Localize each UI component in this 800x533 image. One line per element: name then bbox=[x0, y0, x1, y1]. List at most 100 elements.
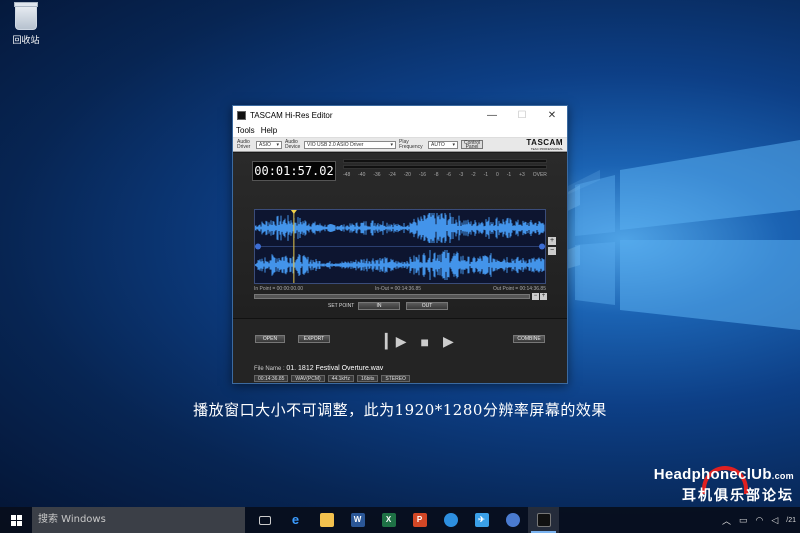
powerpoint-icon[interactable]: P bbox=[404, 507, 435, 533]
play-icon[interactable]: ▶ bbox=[443, 333, 454, 350]
recycle-bin-label: 回收站 bbox=[12, 36, 40, 46]
timecode-display: 00:01:57.02 bbox=[252, 161, 336, 181]
audio-device-label: Audio Device bbox=[285, 138, 301, 150]
waveform-view[interactable] bbox=[254, 209, 546, 284]
tag-duration: 00:14:36.85 bbox=[254, 375, 289, 382]
chevron-down-icon: ▾ bbox=[390, 141, 393, 148]
audio-device-value: VIO USB 2.0 ASIO Driver bbox=[307, 141, 364, 148]
in-point-text: In Point = 00:00:00.00 bbox=[254, 286, 304, 292]
out-point-handle[interactable] bbox=[539, 243, 545, 250]
word-icon[interactable]: W bbox=[342, 507, 373, 533]
start-button[interactable] bbox=[0, 507, 32, 533]
timeline-scrollbar[interactable] bbox=[254, 294, 530, 299]
search-box[interactable]: 搜索 Windows bbox=[32, 507, 245, 533]
file-info: File Name : 01. 1812 Festival Overture.w… bbox=[254, 365, 383, 372]
network-icon[interactable]: ◠ bbox=[755, 515, 763, 526]
watermark-site: HeadphoneclUb bbox=[653, 466, 772, 483]
audio-driver-value: ASIO bbox=[259, 141, 271, 148]
app-icon bbox=[237, 110, 246, 120]
control-panel-button[interactable]: Control Panel bbox=[461, 140, 483, 150]
meter-scale-label: +3 bbox=[519, 172, 525, 178]
meter-scale-label: -3 bbox=[458, 172, 464, 178]
transport-controls: ▎▶ ■ ▶ bbox=[385, 333, 454, 350]
tascam-window: TASCAM Hi-Res Editor — ☐ ✕ Tools Help Au… bbox=[232, 105, 568, 384]
menu-tools[interactable]: Tools bbox=[236, 126, 255, 135]
windows-icon bbox=[10, 514, 22, 526]
export-button[interactable]: EXPORT bbox=[298, 335, 330, 343]
scroll-minus-icon[interactable]: − bbox=[532, 293, 539, 300]
taskbar-apps: e W X P ✈ bbox=[249, 507, 559, 533]
browser-app-icon[interactable] bbox=[497, 507, 528, 533]
audio-device-select[interactable]: VIO USB 2.0 ASIO Driver ▾ bbox=[304, 140, 396, 149]
out-button[interactable]: OUT bbox=[406, 302, 448, 310]
transport-area: OPEN EXPORT ▎▶ ■ ▶ COMBINE File Name : 0… bbox=[233, 318, 567, 383]
in-out-text: In-Out = 00:14:36.85 bbox=[375, 286, 422, 292]
meter-scale-label: -24 bbox=[388, 172, 396, 178]
out-point-text: Out Point = 00:14:36.85 bbox=[493, 286, 546, 292]
play-frequency-label: Play Frequency bbox=[399, 138, 423, 150]
point-readout: In Point = 00:00:00.00 In-Out = 00:14:36… bbox=[254, 286, 546, 292]
playhead-marker-icon[interactable] bbox=[290, 210, 297, 214]
meter-scale-label: -1 bbox=[506, 172, 512, 178]
volume-icon[interactable]: ◁ bbox=[771, 515, 778, 526]
zoom-out-icon[interactable]: − bbox=[548, 247, 556, 255]
meter-scale-label: -1 bbox=[483, 172, 489, 178]
meter-scale-label: -20 bbox=[403, 172, 411, 178]
file-name: 01. 1812 Festival Overture.wav bbox=[286, 365, 384, 372]
play-frequency-value: AUTO bbox=[431, 141, 445, 148]
meter-bar-left bbox=[343, 159, 547, 163]
open-button[interactable]: OPEN bbox=[255, 335, 285, 343]
level-meter: -48 -40 -36 -24 -20 -16 -8 -6 -3 -2 -1 0 -1 +3 OVER bbox=[343, 159, 547, 185]
app-blue-icon[interactable] bbox=[435, 507, 466, 533]
task-view-icon[interactable] bbox=[249, 507, 280, 533]
meter-scale-label: -40 bbox=[358, 172, 366, 178]
menu-help[interactable]: Help bbox=[261, 126, 277, 135]
settings-bar: Audio Driver ASIO ▾ Audio Device VIO USB … bbox=[233, 138, 567, 152]
watermark-domain: .com bbox=[771, 471, 794, 481]
skip-to-start-icon[interactable]: ▎▶ bbox=[385, 333, 407, 350]
watermark-forum: 耳机俱乐部论坛 bbox=[682, 488, 794, 504]
tag-bitdepth: 16bits bbox=[357, 375, 379, 382]
maximize-icon[interactable]: ☐ bbox=[507, 110, 537, 121]
zoom-in-icon[interactable]: + bbox=[548, 237, 556, 245]
system-tray: ︿ ▭ ◠ ◁ /21 bbox=[722, 507, 800, 533]
tascam-taskbar-icon[interactable] bbox=[528, 507, 559, 533]
stop-icon[interactable]: ■ bbox=[421, 334, 429, 350]
close-icon[interactable]: ✕ bbox=[537, 110, 567, 121]
meter-bar-right bbox=[343, 165, 547, 169]
in-button[interactable]: IN bbox=[358, 302, 400, 310]
meter-scale-label: -48 bbox=[343, 172, 351, 178]
editor-panel: 00:01:57.02 -48 -40 -36 -24 -20 -16 -8 -6 -3 -2 -1… bbox=[233, 153, 567, 383]
taskbar: 搜索 Windows e W X P ✈ ︿ ▭ ◠ ◁ /21 bbox=[0, 507, 800, 533]
meter-scale-label: -6 bbox=[446, 172, 451, 178]
minimize-icon[interactable]: — bbox=[477, 110, 507, 121]
combine-button[interactable]: COMBINE bbox=[513, 335, 545, 343]
meter-scale-label: -16 bbox=[418, 172, 427, 178]
watermark: HeadphoneclUb.com 耳机俱乐部论坛 bbox=[654, 466, 794, 505]
in-point-handle[interactable] bbox=[255, 243, 261, 250]
audio-driver-select[interactable]: ASIO ▾ bbox=[256, 140, 282, 149]
meter-scale-label: -36 bbox=[373, 172, 381, 178]
meter-scale-label: OVER bbox=[532, 172, 547, 178]
clock[interactable]: /21 bbox=[786, 516, 796, 525]
meter-scale-label: 0 bbox=[495, 172, 499, 178]
tascam-logo: TASCAM TEAC PROFESSIONAL bbox=[526, 137, 563, 151]
chevron-down-icon: ▾ bbox=[452, 141, 455, 148]
meter-scale: -48 -40 -36 -24 -20 -16 -8 -6 -3 -2 -1 0 -1 +3 OVER bbox=[343, 172, 547, 178]
play-frequency-select[interactable]: AUTO ▾ bbox=[428, 140, 458, 149]
audio-driver-label: Audio Driver bbox=[237, 138, 251, 150]
file-explorer-icon[interactable] bbox=[311, 507, 342, 533]
chevron-up-icon[interactable]: ︿ bbox=[722, 514, 731, 527]
scroll-plus-icon[interactable]: + bbox=[540, 293, 547, 300]
recycle-bin[interactable]: 回收站 bbox=[8, 2, 44, 46]
excel-icon[interactable]: X bbox=[373, 507, 404, 533]
title-bar[interactable]: TASCAM Hi-Res Editor — ☐ ✕ bbox=[233, 106, 567, 124]
meter-scale-label: -2 bbox=[471, 172, 476, 178]
display-icon[interactable]: ▭ bbox=[739, 515, 748, 526]
set-point-label: SET POINT bbox=[328, 303, 355, 309]
bird-app-icon[interactable]: ✈ bbox=[466, 507, 497, 533]
menu-bar: Tools Help bbox=[233, 124, 567, 138]
edge-icon[interactable]: e bbox=[280, 507, 311, 533]
file-name-label: File Name : bbox=[254, 366, 285, 372]
tag-format: WAV(PCM) bbox=[291, 375, 325, 382]
